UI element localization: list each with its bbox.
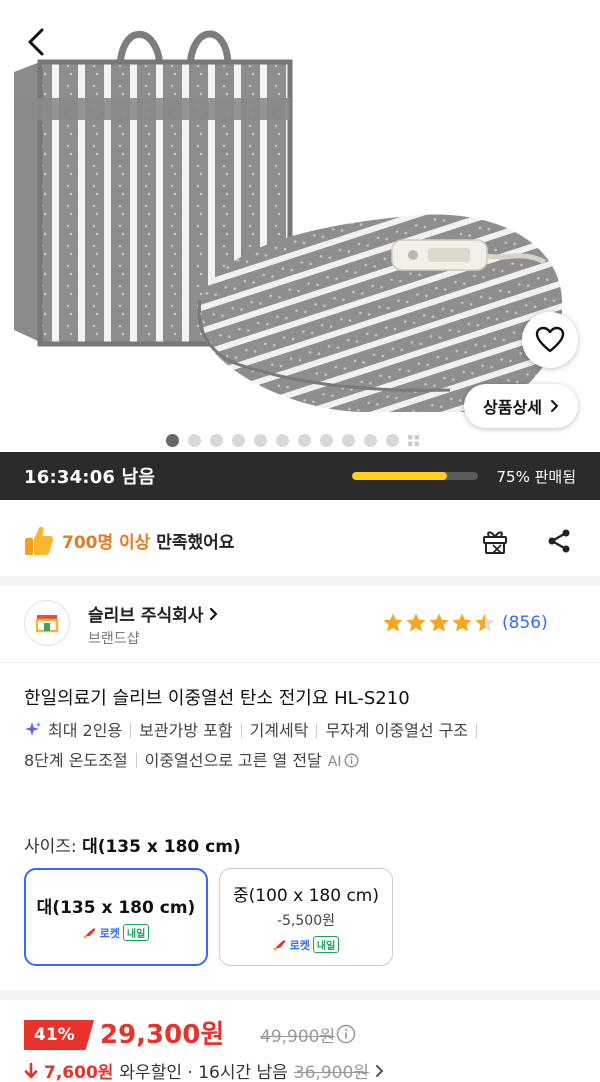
deal-timer-bar: 16:34:06 남음 75% 판매됨 [0, 452, 600, 500]
feature-separator [476, 723, 478, 738]
wow-discount-row[interactable]: 7,600원 와우할인 · 16시간 남음 36,900원 [24, 1058, 384, 1082]
rocket-icon [272, 939, 286, 951]
satisfaction-label: 만족했어요 [150, 532, 235, 553]
product-detail-button[interactable]: 상품상세 [464, 384, 578, 428]
product-rating[interactable]: (856) [382, 612, 548, 633]
info-icon [344, 753, 358, 768]
feature-separator [135, 753, 137, 768]
carousel-dot[interactable] [188, 434, 201, 447]
size-option-medium[interactable]: 중(100 x 180 cm) -5,500원 로켓 내일 [219, 868, 393, 966]
sale-price: 29,300원 [100, 1020, 225, 1050]
discount-badge: 41% [24, 1020, 94, 1050]
feature-separator [130, 723, 132, 738]
sold-progress-bar [352, 472, 478, 480]
satisfaction-text: 700명 이상 만족했어요 [62, 528, 234, 553]
review-count[interactable]: (856) [502, 613, 548, 633]
countdown-timer: 16:34:06 남음 [24, 467, 156, 488]
feature-item: 기계세탁 [249, 721, 309, 740]
rocket-delivery-badge: 로켓 내일 [82, 924, 150, 941]
carousel-dot[interactable] [298, 434, 311, 447]
feature-item: 최대 2인용 [48, 721, 123, 740]
product-title: 한일의료기 슬리브 이중열선 탄소 전기요 HL-S210 [24, 688, 410, 709]
carousel-dot[interactable] [166, 434, 179, 447]
product-detail-label: 상품상세 [483, 398, 542, 417]
product-image-carousel[interactable]: 상품상세 [0, 0, 600, 452]
carousel-dot[interactable] [254, 434, 267, 447]
delivery-tag: 내일 [312, 936, 340, 953]
rocket-icon [82, 927, 96, 939]
feature-item: 보관가방 포함 [139, 721, 233, 740]
share-button[interactable] [542, 524, 576, 558]
ai-label: AI [327, 754, 342, 770]
size-option-large[interactable]: 대(135 x 180 cm) 로켓 내일 [24, 868, 208, 966]
carousel-dot[interactable] [320, 434, 333, 447]
rocket-delivery-badge: 로켓 내일 [272, 936, 340, 953]
seller-logo[interactable] [24, 600, 70, 646]
size-label-prefix: 사이즈: [24, 837, 83, 857]
sold-progress-fill [352, 472, 447, 480]
rocket-label: 로켓 [99, 926, 120, 940]
info-icon[interactable] [336, 1024, 356, 1044]
star-icon [406, 613, 426, 632]
chevron-left-icon [28, 28, 44, 56]
sparkle-icon [25, 722, 41, 736]
feature-separator [240, 723, 242, 738]
seller-name-link[interactable]: 슬리브 주식회사 [88, 601, 218, 626]
chevron-right-icon [550, 400, 558, 412]
wow-discount-label: 와우할인 · 16시간 남음 [119, 1063, 288, 1082]
gift-icon [483, 531, 507, 554]
heart-icon [535, 326, 565, 353]
satisfaction-highlight: 700명 이상 [62, 532, 151, 553]
wow-discount-amount: 7,600원 [44, 1063, 114, 1082]
section-divider [0, 576, 600, 586]
option-name: 대(135 x 180 cm) [36, 898, 196, 918]
option-name: 중(100 x 180 cm) [233, 886, 379, 906]
carousel-dot[interactable] [364, 434, 377, 447]
shop-logo-icon [35, 615, 59, 633]
gift-button[interactable] [478, 524, 512, 558]
share-icon [548, 529, 570, 553]
rocket-label: 로켓 [289, 938, 310, 952]
thumbs-up-icon [25, 526, 54, 555]
carousel-dot[interactable] [386, 434, 399, 447]
carousel-dot[interactable] [276, 434, 289, 447]
ai-badge[interactable]: AI [327, 753, 359, 770]
star-icon [452, 613, 472, 632]
carousel-dot[interactable] [232, 434, 245, 447]
size-selector-label: 사이즈: 대(135 x 180 cm) [24, 832, 241, 857]
rating-stars [382, 612, 496, 633]
sold-percent-label: 75% 판매됨 [496, 468, 576, 486]
feature-separator [316, 723, 318, 738]
section-divider [0, 662, 600, 663]
feature-item: 이중열선으로 고른 열 전달 [144, 751, 322, 770]
original-price: 49,900원 [260, 1027, 336, 1047]
star-icon [429, 613, 449, 632]
wow-strike-price: 36,900원 [293, 1063, 369, 1082]
feature-item: 8단계 온도조절 [24, 751, 128, 770]
feature-item: 무자계 이중열선 구조 [325, 721, 469, 740]
back-button[interactable] [18, 24, 54, 60]
star-icon [475, 613, 495, 632]
star-icon [383, 613, 403, 632]
seller-type: 브랜드샵 [88, 631, 140, 647]
arrow-down-icon [24, 1062, 38, 1078]
chevron-right-icon [210, 607, 218, 620]
carousel-dot[interactable] [210, 434, 223, 447]
carousel-dots [166, 434, 419, 447]
grid-view-icon[interactable] [408, 435, 419, 446]
option-price-diff: -5,500원 [276, 913, 335, 929]
section-divider [0, 990, 600, 1000]
wishlist-button[interactable] [522, 312, 578, 368]
feature-list: 최대 2인용 보관가방 포함 기계세탁 무자계 이중열선 구조 8단계 온도조절 이중열선… [24, 716, 580, 777]
satisfaction-row: 700명 이상 만족했어요 [24, 518, 234, 562]
chevron-right-icon [375, 1064, 383, 1077]
delivery-tag: 내일 [122, 924, 150, 941]
size-selected-value: 대(135 x 180 cm) [82, 837, 241, 857]
carousel-dot[interactable] [342, 434, 355, 447]
seller-name: 슬리브 주식회사 [88, 606, 204, 626]
